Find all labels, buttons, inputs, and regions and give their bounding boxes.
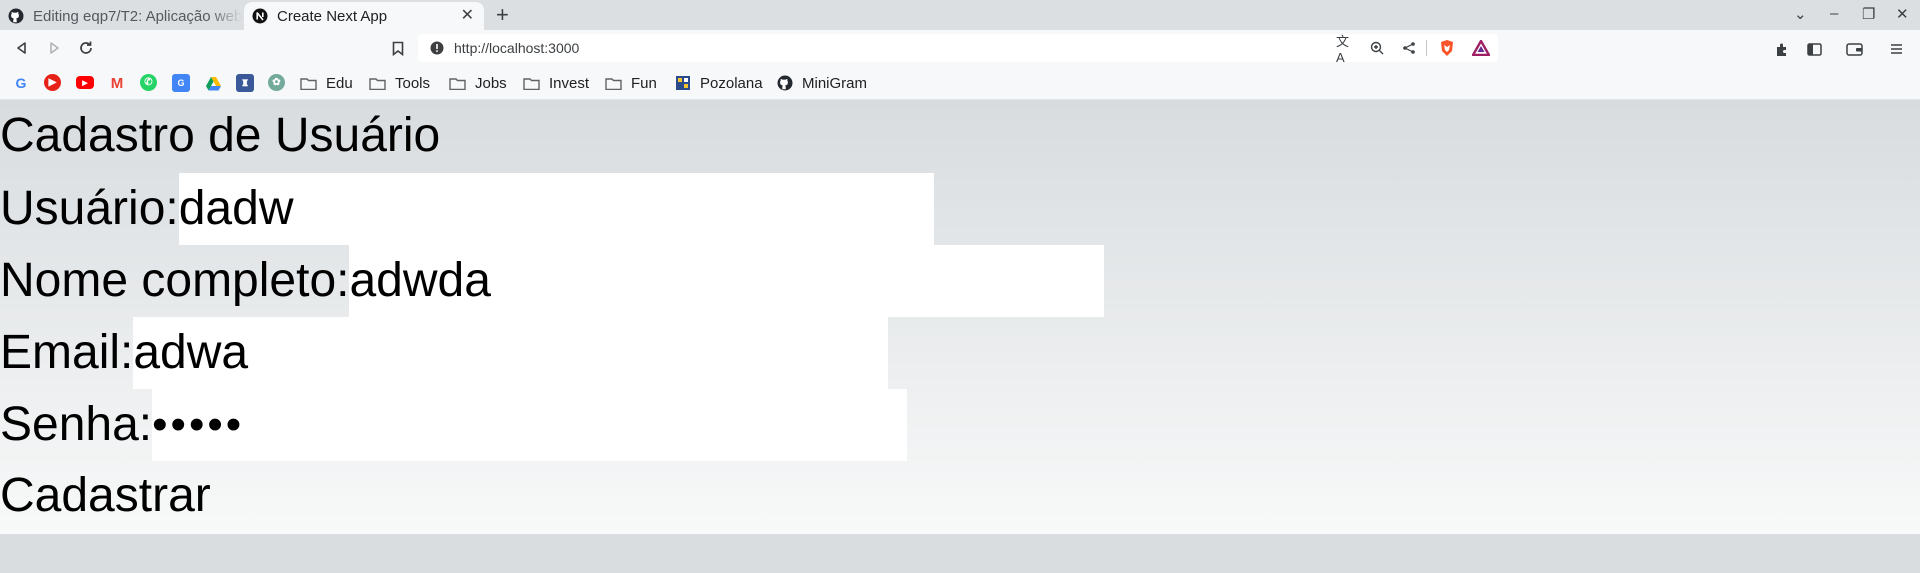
- folder-icon: [605, 77, 622, 90]
- folder-icon: [300, 77, 317, 90]
- back-button[interactable]: [12, 38, 32, 58]
- bookmark-folder-tools[interactable]: Tools: [369, 74, 430, 92]
- url-text: http://localhost:3000: [454, 40, 580, 56]
- password-input[interactable]: •••••: [152, 389, 908, 461]
- password-row: Senha: •••••: [0, 389, 908, 461]
- new-tab-button[interactable]: +: [496, 4, 509, 26]
- menu-icon[interactable]: [1886, 39, 1906, 59]
- tab-label: Editing eqp7/T2: Aplicação web: [33, 7, 243, 25]
- username-row: Usuário: dadw: [0, 173, 934, 245]
- page-content: Cadastro de Usuário Usuário: dadw Nome c…: [0, 100, 1920, 534]
- page-title: Cadastro de Usuário: [0, 109, 441, 162]
- fullname-input[interactable]: adwda: [349, 245, 1105, 317]
- forward-icon: [50, 42, 59, 54]
- gmail-icon[interactable]: M: [108, 74, 126, 92]
- share-icon[interactable]: [1400, 39, 1418, 57]
- bookmark-label: Invest: [549, 74, 590, 92]
- fullname-label: Nome completo:: [0, 254, 350, 307]
- bookmark-label: Jobs: [475, 74, 507, 92]
- bookmark-label: Tools: [395, 74, 431, 92]
- folder-icon: [369, 77, 386, 90]
- bookmark-label: Fun: [631, 74, 657, 92]
- folder-icon: [523, 77, 540, 90]
- chatgpt-icon[interactable]: ✿: [268, 74, 285, 91]
- bookmark-button[interactable]: [388, 38, 408, 58]
- toolbar: http://localhost:3000 文A: [0, 30, 1920, 66]
- translate-icon[interactable]: 文A: [1336, 34, 1354, 65]
- nextjs-icon: [252, 8, 268, 24]
- bookmark-label: MiniGram: [802, 74, 868, 92]
- bookmarks-bar: G ▶ ▶ M ✆ G ♜ ✿ Edu Tools Jobs Invest Fu…: [0, 66, 1920, 100]
- whatsapp-icon[interactable]: ✆: [140, 74, 157, 91]
- reload-button[interactable]: [76, 38, 96, 58]
- back-icon: [17, 42, 26, 54]
- password-label: Senha:: [0, 398, 153, 451]
- bookmark-label: Edu: [326, 74, 353, 92]
- folder-icon: [449, 77, 466, 90]
- address-bar[interactable]: http://localhost:3000 文A: [418, 34, 1498, 65]
- youtube-music-icon[interactable]: ▶: [44, 74, 61, 91]
- divider: [1426, 40, 1427, 56]
- google-icon[interactable]: G: [12, 74, 30, 92]
- bookmark-folder-invest[interactable]: Invest: [523, 74, 589, 92]
- fullname-row: Nome completo: adwda: [0, 245, 1105, 317]
- youtube-icon[interactable]: ▶: [76, 76, 94, 89]
- tab-label: Create Next App: [277, 7, 388, 25]
- bookmark-minigram[interactable]: MiniGram: [777, 74, 867, 92]
- close-tab-icon[interactable]: ✕: [461, 8, 474, 24]
- forward-button[interactable]: [44, 38, 64, 58]
- brave-shields-icon[interactable]: [1438, 39, 1456, 57]
- info-icon[interactable]: [430, 41, 444, 55]
- castle-icon[interactable]: ♜: [236, 74, 254, 92]
- restore-icon[interactable]: ❐: [1862, 5, 1875, 23]
- sidebar-icon[interactable]: [1804, 39, 1824, 59]
- reload-icon: [80, 41, 92, 54]
- minimize-icon[interactable]: –: [1830, 5, 1838, 22]
- zoom-icon[interactable]: [1368, 39, 1386, 57]
- tab-github-editing[interactable]: Editing eqp7/T2: Aplicação web: [8, 2, 244, 30]
- username-input[interactable]: dadw: [178, 173, 934, 245]
- tab-search-icon[interactable]: ⌄: [1794, 5, 1807, 23]
- github-icon: [777, 75, 793, 91]
- wallet-icon[interactable]: [1844, 39, 1864, 59]
- google-drive-icon[interactable]: [204, 74, 222, 92]
- bookmark-folder-fun[interactable]: Fun: [605, 74, 657, 92]
- email-label: Email:: [0, 326, 134, 379]
- submit-button[interactable]: Cadastrar: [0, 460, 211, 532]
- bookmark-label: Pozolana: [700, 74, 763, 92]
- tab-create-next-app[interactable]: Create Next App ✕: [244, 2, 484, 30]
- bookmark-pozolana[interactable]: Pozolana: [675, 74, 763, 92]
- tab-strip: Editing eqp7/T2: Aplicação web Create Ne…: [0, 0, 1920, 30]
- brave-rewards-icon[interactable]: [1472, 39, 1490, 57]
- google-translate-icon[interactable]: G: [172, 74, 190, 92]
- github-icon: [8, 8, 24, 24]
- email-input[interactable]: adwa: [133, 317, 889, 389]
- email-row: Email: adwa: [0, 317, 889, 389]
- bookmark-icon: [392, 41, 404, 56]
- extensions-icon[interactable]: [1772, 39, 1792, 59]
- close-window-icon[interactable]: ✕: [1896, 5, 1909, 23]
- page-footer-area: [0, 534, 1920, 573]
- username-label: Usuário:: [0, 182, 179, 235]
- pozolana-icon: [676, 76, 690, 90]
- bookmark-folder-edu[interactable]: Edu: [300, 74, 353, 92]
- bookmark-folder-jobs[interactable]: Jobs: [449, 74, 507, 92]
